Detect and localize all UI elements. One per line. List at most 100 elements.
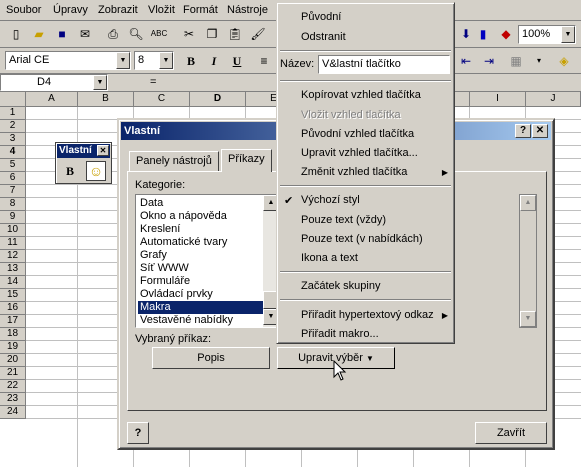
row-header[interactable]: 21 [0,367,26,380]
row-header[interactable]: 11 [0,237,26,250]
row-header[interactable]: 6 [0,172,26,185]
row-header[interactable]: 9 [0,211,26,224]
menu-upravy[interactable]: Úpravy [53,4,88,16]
menu-item-change-image[interactable]: Změnit vzhled tlačítka [301,166,451,178]
row-header[interactable]: 24 [0,406,26,419]
chart-wizard-icon[interactable]: ▮ [472,23,494,45]
menu-item-reset[interactable]: Původní [301,11,341,23]
menu-item-assign-macro[interactable]: Přiřadit makro... [301,328,379,340]
row-header[interactable]: 17 [0,315,26,328]
italic-button[interactable]: I [203,50,225,72]
row-header[interactable]: 1 [0,107,26,120]
tab-prikazy[interactable]: Příkazy [221,149,272,172]
floating-toolbar[interactable]: Vlastní ✕ B ☺ [55,142,112,184]
menu-item-text-only-always[interactable]: Pouze text (vždy) [301,214,386,226]
size-select[interactable]: 8 ▼ [134,51,174,70]
cut-icon[interactable]: ✂ [178,23,200,45]
menu-soubor[interactable]: Soubor [6,4,41,16]
row-header[interactable]: 18 [0,328,26,341]
bold-button[interactable]: B [66,164,74,179]
paste-icon[interactable]: 📋︎ [224,23,246,45]
increase-indent-icon[interactable]: ⇥ [478,50,500,72]
list-item[interactable]: Vestavěné nabídky [138,314,266,327]
new-icon[interactable]: ▯ [5,23,27,45]
column-header[interactable]: I [470,92,526,107]
list-item[interactable]: Formuláře [138,275,266,288]
font-select[interactable]: Arial CE ▼ [5,51,131,70]
commands-scrollbar[interactable]: ▲ ▼ [519,194,537,328]
list-item[interactable]: Kreslení [138,223,266,236]
menu-item-assign-hyperlink[interactable]: Přiřadit hypertextový odkaz [301,309,434,321]
row-header[interactable]: 10 [0,224,26,237]
column-header[interactable]: J [526,92,581,107]
row-header[interactable]: 12 [0,250,26,263]
close-icon[interactable]: ✕ [97,145,109,156]
column-header[interactable]: A [26,92,78,107]
menu-format[interactable]: Formát [183,4,218,16]
format-painter-icon[interactable]: 🖌︎ [247,23,269,45]
print-icon[interactable]: ⎙ [102,23,124,45]
menu-item-copy-image[interactable]: Kopírovat vzhled tlačítka [301,89,421,101]
drawing-icon[interactable]: ◆ [495,23,517,45]
row-header[interactable]: 3 [0,133,26,146]
row-header[interactable]: 8 [0,198,26,211]
menu-zobrazit[interactable]: Zobrazit [98,4,138,16]
row-header[interactable]: 19 [0,341,26,354]
menu-item-edit-image[interactable]: Upravit vzhled tlačítka... [301,147,418,159]
mail-icon[interactable]: ✉ [74,23,96,45]
row-header[interactable]: 14 [0,276,26,289]
menu-item-default-style[interactable]: Výchozí styl [301,194,360,206]
menu-nastroje[interactable]: Nástroje [227,4,268,16]
row-header[interactable]: 20 [0,354,26,367]
copy-icon[interactable]: ❐ [201,23,223,45]
borders-dropdown-icon[interactable]: ▾ [528,50,550,72]
list-item[interactable]: Makra [138,301,266,314]
list-item[interactable]: Okno a nápověda [138,210,266,223]
open-icon[interactable]: ▰ [28,23,50,45]
row-header[interactable]: 13 [0,263,26,276]
row-header[interactable]: 22 [0,380,26,393]
list-item[interactable]: Grafy [138,249,266,262]
menu-item-image-and-text[interactable]: Ikona a text [301,252,358,264]
size-dropdown-icon[interactable]: ▼ [159,52,173,69]
name-input[interactable]: V&lastní tlačítko [318,55,450,74]
align-left-icon[interactable]: ≡ [253,50,275,72]
describe-button[interactable]: Popis [152,347,270,369]
preview-icon[interactable]: 🔍︎ [125,23,147,45]
bold-button[interactable]: B [180,50,202,72]
menu-item-delete[interactable]: Odstranit [301,31,346,43]
list-item[interactable]: Data [138,197,266,210]
menu-vlozit[interactable]: Vložit [148,4,175,16]
corner-select[interactable] [0,92,26,107]
tab-panely-nastroju[interactable]: Panely nástrojů [129,151,219,171]
underline-button[interactable]: U [226,50,248,72]
column-header[interactable]: C [134,92,190,107]
column-header[interactable]: B [78,92,134,107]
decrease-indent-icon[interactable]: ⇤ [455,50,477,72]
menu-item-begin-group[interactable]: Začátek skupiny [301,280,380,292]
save-icon[interactable]: ■ [51,23,73,45]
equals-sign[interactable]: = [150,76,156,88]
borders-icon[interactable]: ▦ [505,50,527,72]
name-box[interactable]: D4 ▼ [0,74,108,91]
row-header[interactable]: 4 [0,146,26,159]
list-item[interactable]: Ovládací prvky [138,288,266,301]
row-header[interactable]: 7 [0,185,26,198]
menu-item-text-only-menus[interactable]: Pouze text (v nabídkách) [301,233,423,245]
row-header[interactable]: 23 [0,393,26,406]
help-icon[interactable]: ? [127,422,149,444]
zoom-dropdown-icon[interactable]: ▼ [561,26,575,43]
font-dropdown-icon[interactable]: ▼ [116,52,130,69]
row-header[interactable]: 5 [0,159,26,172]
smiley-icon[interactable]: ☺ [86,161,106,181]
zoom-select[interactable]: 100% ▼ [518,25,576,44]
list-item[interactable]: Síť WWW [138,262,266,275]
help-icon[interactable]: ? [515,124,531,138]
fill-color-icon[interactable]: ◈ [553,50,575,72]
categories-list[interactable]: Data Okno a nápověda Kreslení Automatické t… [135,194,280,328]
close-icon[interactable]: ✕ [532,124,548,138]
row-header[interactable]: 2 [0,120,26,133]
column-header[interactable]: D [190,92,246,107]
floating-toolbar-title[interactable]: Vlastní ✕ [57,144,110,158]
name-box-dropdown-icon[interactable]: ▼ [93,75,107,90]
